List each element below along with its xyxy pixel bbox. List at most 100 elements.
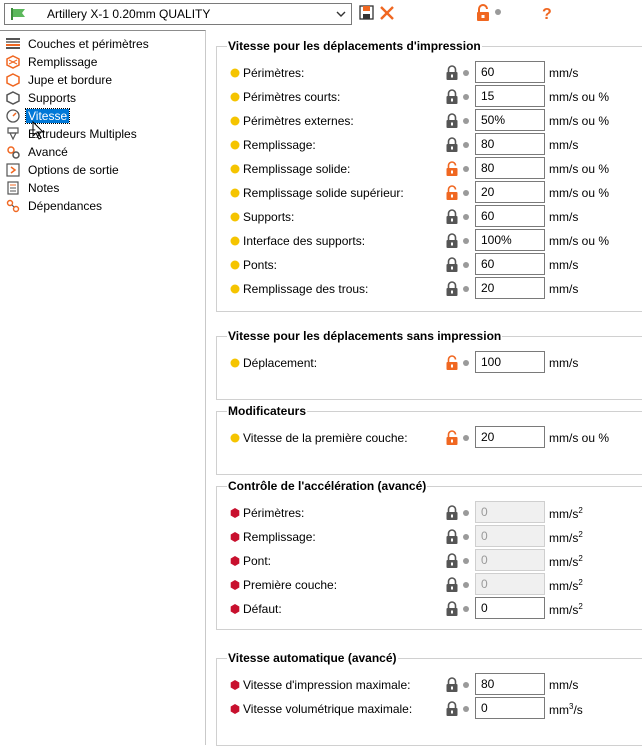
system-value-dot-icon (463, 286, 469, 292)
tree-item-supports[interactable]: Supports (6, 89, 76, 107)
group-travel-speed: Vitesse pour les déplacements sans impre… (216, 329, 642, 400)
setting-value-input[interactable] (475, 277, 545, 299)
unlock-icon[interactable] (445, 430, 459, 446)
group-title: Contrôle de l'accélération (avancé) (227, 479, 428, 493)
setting-label: Remplissage des trous: (243, 282, 369, 296)
tree-item-options-sortie[interactable]: Options de sortie (6, 161, 119, 179)
toolbar: Artillery X-1 0.20mm QUALITY ? (0, 0, 642, 30)
setting-value-input[interactable] (475, 253, 545, 275)
setting-value-input[interactable] (475, 85, 545, 107)
setting-unit: mm/s ou % (549, 186, 610, 200)
setting-unit: mm/s2 (549, 602, 583, 617)
layers-icon (6, 38, 20, 49)
setting-row: Vitesse d'impression maximale: mm/s (217, 673, 642, 697)
setting-row: Ponts: mm/s (217, 253, 642, 277)
system-value-dot-icon (463, 435, 469, 441)
setting-label: Ponts: (243, 258, 278, 272)
tree-item-dependances[interactable]: Dépendances (6, 197, 102, 215)
lock-icon[interactable] (445, 505, 459, 521)
setting-value-input[interactable] (475, 697, 545, 719)
setting-label: Remplissage: (243, 530, 316, 544)
system-value-dot-icon (463, 558, 469, 564)
expert-mode-icon (230, 604, 240, 614)
setting-unit: mm/s2 (549, 554, 583, 569)
system-value-dot-icon (463, 166, 469, 172)
settings-tree: Couches et périmètres Remplissage Jupe e… (0, 30, 206, 745)
setting-row: Vitesse volumétrique maximale: mm3/s (217, 697, 642, 721)
expert-mode-icon (230, 508, 240, 518)
setting-label: Pont: (243, 554, 272, 568)
support-icon (6, 91, 20, 105)
preset-select[interactable]: Artillery X-1 0.20mm QUALITY (4, 3, 352, 25)
setting-value-input[interactable] (475, 109, 545, 131)
lock-icon[interactable] (445, 577, 459, 593)
setting-unit: mm/s (549, 282, 579, 296)
system-value-dot-icon (463, 360, 469, 366)
tree-item-remplissage[interactable]: Remplissage (6, 53, 97, 71)
lock-icon[interactable] (445, 233, 459, 249)
setting-label: Périmètres courts: (243, 90, 341, 104)
advanced-mode-icon (230, 116, 240, 126)
setting-unit: mm/s (549, 138, 579, 152)
chevron-down-icon[interactable] (335, 8, 347, 20)
setting-value-input[interactable] (475, 351, 545, 373)
lock-icon[interactable] (445, 65, 459, 81)
system-value-dot-icon (463, 534, 469, 540)
unlock-icon[interactable] (474, 4, 492, 22)
lock-icon[interactable] (445, 137, 459, 153)
lock-icon[interactable] (445, 281, 459, 297)
lock-icon[interactable] (445, 89, 459, 105)
save-icon[interactable] (358, 4, 376, 22)
tree-item-couches[interactable]: Couches et périmètres (6, 35, 149, 53)
lock-icon[interactable] (445, 601, 459, 617)
unlock-icon[interactable] (445, 355, 459, 371)
setting-row: Pont: mm/s2 (217, 549, 642, 573)
setting-unit: mm/s ou % (549, 90, 610, 104)
tree-item-extrudeurs[interactable]: Extrudeurs Multiples (6, 125, 137, 143)
question-icon[interactable]: ? (538, 4, 556, 22)
setting-value-input[interactable] (475, 229, 545, 251)
lock-icon[interactable] (445, 701, 459, 717)
system-value-dot-icon (463, 142, 469, 148)
lock-icon[interactable] (445, 529, 459, 545)
setting-value-input[interactable] (475, 597, 545, 619)
setting-value-input[interactable] (475, 673, 545, 695)
advanced-mode-icon (230, 92, 240, 102)
lock-icon[interactable] (445, 209, 459, 225)
setting-row: Déplacement: mm/s (217, 351, 642, 375)
tree-item-avance[interactable]: Avancé (6, 143, 68, 161)
setting-row: Défaut: mm/s2 (217, 597, 642, 621)
unlock-icon[interactable] (445, 161, 459, 177)
setting-row: Interface des supports: mm/s ou % (217, 229, 642, 253)
setting-label: Remplissage solide supérieur: (243, 186, 404, 200)
lock-icon[interactable] (445, 257, 459, 273)
setting-unit: mm/s2 (549, 578, 583, 593)
tree-item-notes[interactable]: Notes (6, 179, 59, 197)
output-icon (6, 163, 20, 177)
setting-row: Remplissage: mm/s (217, 133, 642, 157)
lock-icon[interactable] (445, 113, 459, 129)
setting-row: Vitesse de la première couche: mm/s ou % (217, 426, 642, 450)
setting-value-input[interactable] (475, 426, 545, 448)
system-value-dot-icon (463, 706, 469, 712)
setting-unit: mm/s (549, 210, 579, 224)
setting-value-input[interactable] (475, 61, 545, 83)
setting-value-input[interactable] (475, 205, 545, 227)
setting-value-input (475, 549, 545, 571)
setting-label: Périmètres: (243, 66, 305, 80)
settings-pane: Vitesse pour les déplacements d'impressi… (206, 30, 642, 746)
setting-value-input[interactable] (475, 133, 545, 155)
setting-value-input[interactable] (475, 181, 545, 203)
lock-icon[interactable] (445, 677, 459, 693)
advanced-icon (7, 146, 20, 159)
system-value-dot-icon (463, 214, 469, 220)
tree-item-jupe[interactable]: Jupe et bordure (6, 71, 112, 89)
setting-unit: mm/s (549, 678, 579, 692)
group-title: Vitesse pour les déplacements sans impre… (227, 329, 503, 343)
delete-icon[interactable] (378, 4, 396, 22)
setting-value-input[interactable] (475, 157, 545, 179)
lock-icon[interactable] (445, 553, 459, 569)
unlock-icon[interactable] (445, 185, 459, 201)
group-acceleration: Contrôle de l'accélération (avancé) Péri… (216, 479, 642, 630)
setting-label: Périmètres externes: (243, 114, 354, 128)
